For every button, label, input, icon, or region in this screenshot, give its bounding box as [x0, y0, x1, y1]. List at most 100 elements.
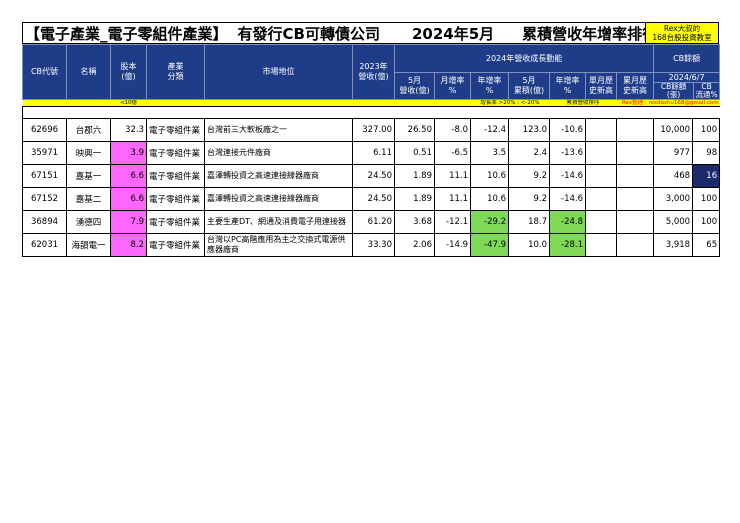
col-header-cb-float: CB 流通%	[695, 82, 718, 99]
cell-capital: 6.6	[110, 187, 147, 211]
cell-cb-float: 65	[692, 233, 721, 257]
cell-may-revenue: 26.50	[394, 118, 435, 142]
cell-mom: -14.9	[434, 233, 471, 257]
cell-position: 台灣連接元件廠商	[204, 141, 353, 165]
col-header-cum-revenue: 5月 累積(億)	[508, 72, 550, 100]
cell-mom: -6.5	[434, 141, 471, 165]
cell-cum-yoy: -10.6	[549, 118, 586, 142]
cell-revenue-2023: 24.50	[352, 164, 395, 188]
cell-cum-revenue: 9.2	[508, 164, 550, 188]
cell-code: 36894	[22, 210, 67, 234]
cell-industry: 電子零組件業	[146, 210, 205, 234]
title-ranking: 累積營收年增率排行	[522, 24, 645, 43]
cell-cb-float: 98	[692, 141, 721, 165]
cell-cb-float: 16	[692, 164, 721, 188]
cell-mom: 11.1	[434, 187, 471, 211]
cell-cb-balance: 3,918	[653, 233, 694, 257]
cell-cum-revenue: 123.0	[508, 118, 550, 142]
cell-code: 35971	[22, 141, 67, 165]
table-row: 35971 映興一 3.9 電子零組件業 台灣連接元件廠商 6.11 0.51 …	[22, 141, 721, 165]
cell-code: 67152	[22, 187, 67, 211]
cell-revenue-2023: 6.11	[352, 141, 395, 165]
cell-may-revenue: 3.68	[394, 210, 435, 234]
cell-cum-revenue: 2.4	[508, 141, 550, 165]
cell-industry: 電子零組件業	[146, 187, 205, 211]
cell-cum-high	[615, 164, 655, 188]
cell-name: 嘉基二	[66, 187, 111, 211]
col-group-2024-growth: 2024年營收成長動能	[393, 44, 655, 73]
cell-cum-yoy: -24.8	[549, 210, 586, 234]
cell-name: 嘉基一	[66, 164, 111, 188]
table-row: 36894 湧德四 7.9 電子零組件業 主要生產DT、網通及消費電子用連接器 …	[22, 210, 721, 234]
cell-month-high	[585, 210, 617, 234]
table-body: <10億 增長率 >20% ; <-20% 累積營收排序 Rex整理 : rex…	[21, 99, 721, 257]
col-header-mom: 月增率 %	[434, 72, 471, 100]
table-row: 62696 台郡六 32.3 電子零組件業 台灣前三大軟板廠之一 327.00 …	[22, 118, 721, 142]
col-header-revenue-2023: 2023年 營收(億)	[352, 44, 395, 100]
cell-cum-yoy: -28.1	[549, 233, 586, 257]
cell-cum-high	[615, 118, 655, 142]
cell-position: 嘉澤轉投資之高速連接線器廠商	[204, 187, 353, 211]
cell-month-high	[585, 141, 617, 165]
cell-cum-high	[615, 233, 655, 257]
col-header-cum-yoy: 年增率 %	[549, 72, 586, 100]
cell-cum-high	[615, 141, 655, 165]
col-header-industry: 產業 分類	[146, 44, 205, 100]
cell-month-high	[585, 118, 617, 142]
cb-table: CB代號 名稱 股本 (億) 產業 分類 市場地位 2023年 營收(億) 20…	[21, 44, 721, 257]
cell-capital: 6.6	[110, 164, 147, 188]
cell-cb-balance: 3,000	[653, 187, 694, 211]
note-cum: 累積營收排序	[549, 99, 617, 107]
cell-mom: 11.1	[434, 164, 471, 188]
cell-cb-balance: 5,000	[653, 210, 694, 234]
cell-revenue-2023: 61.20	[352, 210, 395, 234]
cell-name: 台郡六	[66, 118, 111, 142]
brand-line-1: Rex大叔的	[663, 24, 701, 33]
cell-capital: 32.3	[110, 118, 147, 142]
cell-revenue-2023: 327.00	[352, 118, 395, 142]
cell-capital: 7.9	[110, 210, 147, 234]
cell-yoy: 3.5	[470, 141, 509, 165]
spacer-row	[21, 106, 720, 119]
col-header-month-high: 單月歷 史新高	[585, 72, 617, 100]
cell-cum-yoy: -14.6	[549, 164, 586, 188]
cell-cum-high	[615, 187, 655, 211]
cell-revenue-2023: 33.30	[352, 233, 395, 257]
cell-cb-float: 100	[692, 210, 721, 234]
title-bar: 【電子產業_電子零組件產業】 有發行CB可轉債公司 2024年5月 累積營收年增…	[22, 22, 719, 44]
title-industry: 【電子產業_電子零組件產業】	[25, 24, 228, 43]
cell-industry: 電子零組件業	[146, 164, 205, 188]
col-header-capital: 股本 (億)	[110, 44, 147, 100]
cell-revenue-2023: 24.50	[352, 187, 395, 211]
cell-mom: -8.0	[434, 118, 471, 142]
cell-yoy: -12.4	[470, 118, 509, 142]
cell-name: 映興一	[66, 141, 111, 165]
cell-may-revenue: 0.51	[394, 141, 435, 165]
cell-position: 台灣以PC高階應用為主之交換式電源供應器廠商	[204, 233, 353, 257]
cell-yoy: -29.2	[470, 210, 509, 234]
cell-mom: -12.1	[434, 210, 471, 234]
cell-industry: 電子零組件業	[146, 141, 205, 165]
cell-position: 主要生產DT、網通及消費電子用連接器	[204, 210, 353, 234]
cell-cum-revenue: 10.0	[508, 233, 550, 257]
cell-cb-balance: 977	[653, 141, 694, 165]
table-row: 67152 嘉基二 6.6 電子零組件業 嘉澤轉投資之高速連接線器廠商 24.5…	[22, 187, 721, 211]
cell-cb-float: 100	[692, 187, 721, 211]
title-period: 2024年5月	[411, 24, 495, 43]
cb-group-label: CB餘額	[673, 54, 701, 63]
cell-cum-revenue: 9.2	[508, 187, 550, 211]
note-row: <10億 增長率 >20% ; <-20% 累積營收排序 Rex整理 : rex…	[22, 99, 720, 107]
cell-cb-balance: 468	[653, 164, 694, 188]
col-header-name: 名稱	[66, 44, 111, 100]
cell-may-revenue: 2.06	[394, 233, 435, 257]
brand-line-2: 168台股投資教室	[652, 33, 712, 42]
col-header-code: CB代號	[22, 44, 67, 100]
cell-yoy: 10.6	[470, 187, 509, 211]
col-group-cb: CB餘額	[653, 44, 721, 73]
cb-report-sheet: 【電子產業_電子零組件產業】 有發行CB可轉債公司 2024年5月 累積營收年增…	[21, 22, 721, 257]
cell-yoy: 10.6	[470, 164, 509, 188]
cell-cum-yoy: -14.6	[549, 187, 586, 211]
cell-cb-balance: 10,000	[653, 118, 694, 142]
cell-cb-float: 100	[692, 118, 721, 142]
cell-may-revenue: 1.89	[394, 187, 435, 211]
